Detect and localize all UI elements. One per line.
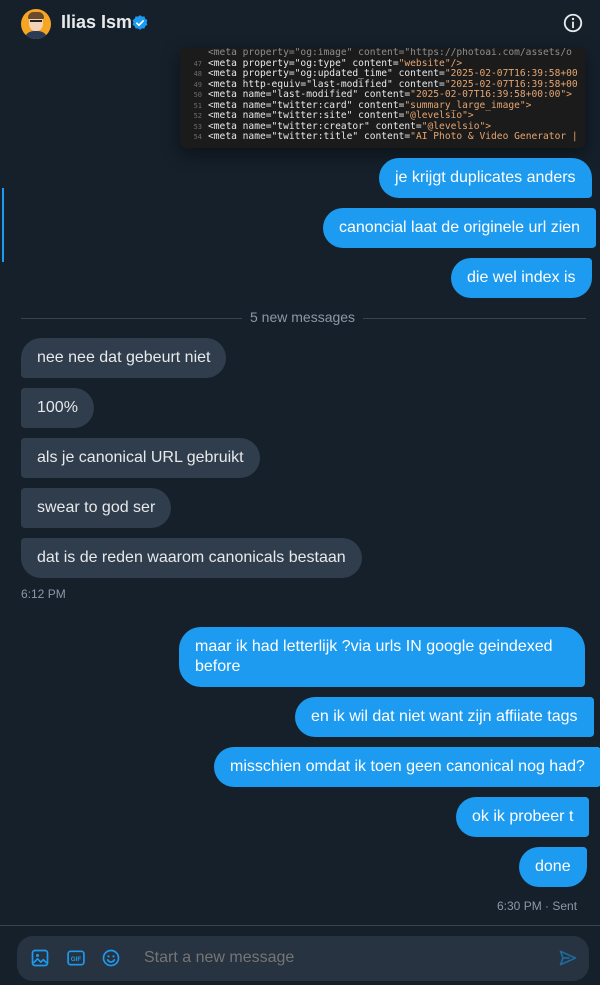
code-tag: <meta name="twitter:title" content= — [208, 131, 411, 142]
avatar[interactable] — [21, 9, 51, 39]
send-icon[interactable] — [558, 948, 578, 968]
code-value: "@levelsio"> — [404, 110, 474, 121]
message-bubble-outgoing[interactable]: ok ik probeer t — [456, 797, 590, 837]
message-timestamp: 6:12 PM — [21, 587, 66, 601]
code-value: "2025-02-07T16:39:58+00:00"> — [410, 89, 572, 100]
line-number: 54 — [193, 133, 202, 141]
line-number: 53 — [193, 122, 202, 131]
message-bubble-incoming[interactable]: swear to god ser — [21, 488, 172, 528]
message-input[interactable] — [144, 949, 504, 967]
message-bubble-outgoing[interactable]: je krijgt duplicates anders — [379, 158, 592, 198]
message-bubble-outgoing[interactable]: done — [519, 847, 587, 887]
message-bubble-incoming[interactable]: als je canonical URL gebruikt — [21, 438, 260, 478]
message-bubble-outgoing[interactable]: canoncial laat de originele url zien — [323, 208, 597, 248]
message-bubble-outgoing[interactable]: en ik wil dat niet want zijn affiiate ta… — [295, 697, 594, 737]
code-tag: <meta name="twitter:site" content= — [208, 110, 405, 121]
message-bubble-outgoing[interactable]: misschien omdat ik toen geen canonical n… — [214, 747, 600, 787]
message-status-timestamp: 6:30 PM · Sent — [497, 899, 578, 913]
code-line: 54 <meta name="twitter:title" content= "AI… — [180, 131, 585, 143]
message-bubble-outgoing[interactable]: maar ik had letterlijk ?via urls IN goog… — [179, 627, 585, 687]
svg-text:GIF: GIF — [71, 956, 82, 963]
new-messages-label: 5 new messages — [242, 309, 364, 325]
code-line: 48 <meta property="og:updated_time" conte… — [180, 68, 585, 80]
conversation-header: Ilias Ism — [0, 0, 600, 48]
code-line: 50 <meta name="last-modified" content= "20… — [180, 89, 585, 101]
code-tag: <meta property="og:updated_time" content… — [208, 68, 445, 79]
code-value: "AI Photo & Video Generator | — [410, 131, 578, 142]
code-line: 52 <meta name="twitter:site" content= "@le… — [180, 110, 585, 122]
gif-icon[interactable]: GIF — [66, 948, 86, 968]
message-composer: GIF — [17, 936, 589, 981]
line-number: 49 — [193, 80, 202, 89]
image-icon[interactable] — [30, 948, 50, 968]
code-screenshot-image[interactable]: <meta property="og:image" content="https… — [180, 48, 585, 148]
line-number: 50 — [193, 91, 202, 99]
code-tag: <meta name="last-modified" content= — [208, 89, 411, 100]
line-number: 48 — [193, 70, 202, 78]
emoji-icon[interactable] — [101, 948, 121, 968]
line-number: 52 — [193, 112, 202, 120]
line-number: 51 — [193, 101, 202, 110]
verified-badge-icon — [132, 15, 148, 30]
scroll-indicator — [2, 188, 4, 262]
message-bubble-incoming[interactable]: 100% — [21, 388, 94, 428]
line-number: 47 — [193, 59, 202, 68]
message-bubble-incoming[interactable]: dat is de reden waarom canonicals bestaa… — [21, 538, 362, 578]
composer-divider — [0, 925, 600, 926]
code-value: "2025-02-07T16:39:58+00 — [444, 68, 578, 79]
message-bubble-incoming[interactable]: nee nee dat gebeurt niet — [21, 338, 227, 378]
message-bubble-outgoing[interactable]: die wel index is — [451, 258, 592, 298]
code-line-partial: <meta property="og:image" content="https… — [208, 48, 572, 58]
info-icon[interactable] — [562, 12, 584, 34]
conversation-user-name[interactable]: Ilias Ism — [61, 12, 132, 33]
